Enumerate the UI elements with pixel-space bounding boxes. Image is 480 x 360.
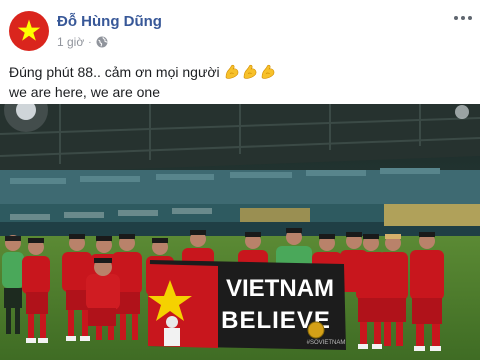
- avatar[interactable]: [9, 11, 49, 51]
- facebook-post: Đỗ Hùng Dũng 1 giờ · Đúng phút 88.. cảm …: [0, 0, 480, 360]
- post-text-line-1: Đúng phút 88.. cảm ơn mọi người: [9, 62, 276, 82]
- flexed-biceps-icon: [225, 64, 238, 79]
- flexed-biceps-icon: [261, 64, 274, 79]
- meta-separator: ·: [88, 36, 92, 48]
- post-text-body: Đúng phút 88.. cảm ơn mọi người: [9, 64, 220, 80]
- more-options-button[interactable]: [450, 6, 476, 30]
- banner-tag: #SOVIETNAM: [307, 340, 346, 346]
- post-author-name[interactable]: Đỗ Hùng Dũng: [57, 13, 162, 30]
- team-photo: VIETNAM BELIEVE #SOVIETNAM: [0, 104, 480, 360]
- post-meta: 1 giờ ·: [57, 35, 108, 49]
- vietnam-believe-banner: VIETNAM BELIEVE #SOVIETNAM: [148, 260, 346, 350]
- vietnam-flag-icon: [9, 11, 49, 51]
- more-dot: [468, 16, 472, 20]
- globe-icon[interactable]: [96, 36, 108, 48]
- post-timestamp[interactable]: 1 giờ: [57, 35, 84, 49]
- more-dot: [461, 16, 465, 20]
- flexed-biceps-icon: [243, 64, 256, 79]
- post-text-line-2: we are here, we are one: [9, 84, 160, 100]
- emoji-group: [224, 64, 276, 80]
- more-dot: [454, 16, 458, 20]
- post-photo[interactable]: VIETNAM BELIEVE #SOVIETNAM: [0, 104, 480, 360]
- post-text: Đúng phút 88.. cảm ơn mọi người we are h…: [9, 62, 276, 102]
- banner-line-1: VIETNAM: [226, 275, 334, 302]
